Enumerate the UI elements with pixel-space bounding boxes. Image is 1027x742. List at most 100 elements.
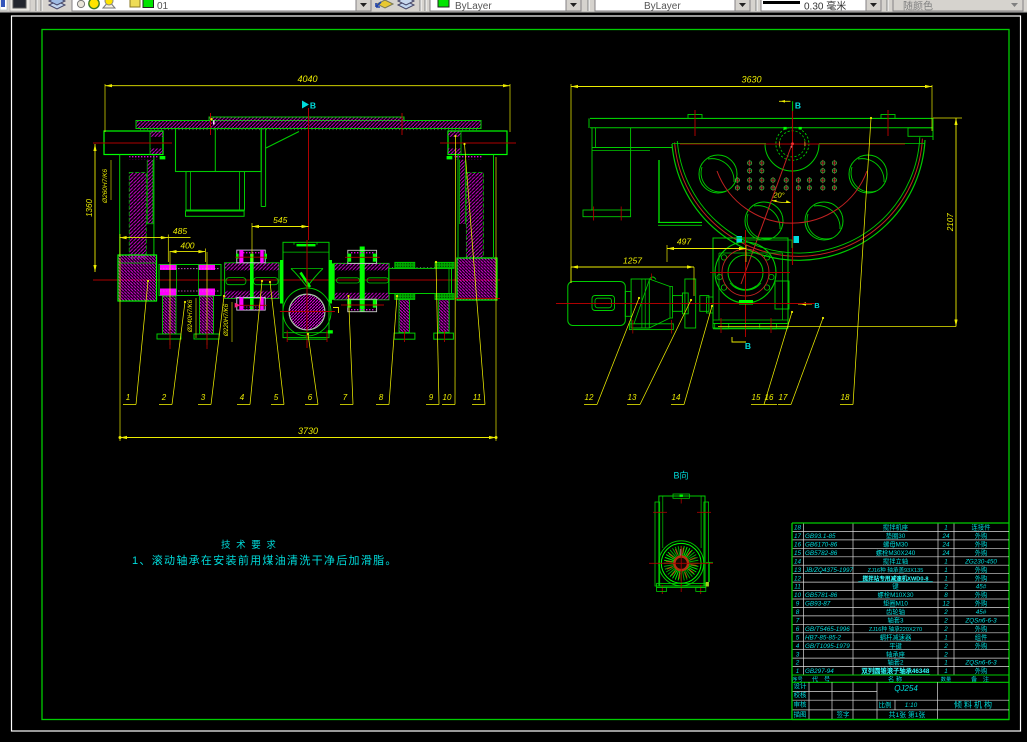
- svg-text:16: 16: [765, 393, 774, 402]
- svg-text:1360: 1360: [85, 199, 94, 217]
- svg-text:技 术 要 求: 技 术 要 求: [221, 539, 277, 551]
- svg-text:垫圈30: 垫圈30: [886, 531, 906, 540]
- svg-text:2: 2: [943, 643, 948, 650]
- svg-text:2: 2: [161, 393, 167, 402]
- svg-text:497: 497: [677, 237, 691, 247]
- svg-text:外购: 外购: [975, 531, 988, 540]
- svg-text:20°: 20°: [772, 191, 784, 200]
- svg-text:545: 545: [273, 215, 287, 225]
- svg-text:GB6170-86: GB6170-86: [805, 541, 838, 548]
- svg-text:2: 2: [943, 651, 948, 658]
- svg-text:GB93-87: GB93-87: [805, 601, 831, 608]
- svg-text:4040: 4040: [297, 74, 317, 84]
- svg-text:11: 11: [473, 393, 481, 402]
- svg-text:16: 16: [794, 541, 802, 548]
- svg-text:描图: 描图: [794, 710, 807, 719]
- svg-text:15: 15: [794, 550, 802, 557]
- svg-text:2: 2: [943, 584, 948, 591]
- svg-text:共1张 第1张: 共1张 第1张: [889, 710, 926, 719]
- svg-text:外购: 外购: [975, 641, 988, 650]
- svg-text:ZJ16种 轴承220X270: ZJ16种 轴承220X270: [869, 625, 922, 633]
- svg-text:1: 1: [796, 668, 800, 675]
- svg-text:8: 8: [379, 393, 384, 402]
- svg-text:轴套3: 轴套3: [887, 615, 904, 624]
- svg-text:连接件: 连接件: [972, 523, 991, 532]
- svg-text:24: 24: [941, 541, 950, 548]
- svg-text:Ø240H7/K6: Ø240H7/K6: [187, 299, 194, 333]
- svg-text:外购: 外购: [975, 624, 988, 633]
- svg-text:2: 2: [943, 609, 948, 616]
- svg-text:2: 2: [943, 626, 948, 633]
- svg-text:ZG230-450: ZG230-450: [964, 558, 997, 565]
- svg-text:8: 8: [944, 592, 948, 599]
- svg-text:ByLayer: ByLayer: [455, 1, 492, 12]
- svg-text:10: 10: [794, 592, 802, 599]
- svg-text:蜗杆减速器: 蜗杆减速器: [880, 632, 912, 641]
- svg-text:双列圆锥滚子轴承46348: 双列圆锥滚子轴承46348: [862, 666, 930, 675]
- svg-text:13: 13: [794, 567, 802, 574]
- svg-text:HB7-85-85-2: HB7-85-85-2: [805, 634, 842, 641]
- svg-text:6: 6: [796, 626, 800, 633]
- svg-text:15: 15: [752, 393, 761, 402]
- svg-text:GB93.1-85: GB93.1-85: [805, 533, 836, 540]
- svg-text:8: 8: [796, 609, 800, 616]
- svg-text:B: B: [310, 101, 316, 111]
- svg-text:10: 10: [443, 393, 452, 402]
- svg-text:GB297-94: GB297-94: [805, 668, 834, 675]
- svg-text:400: 400: [180, 240, 194, 250]
- svg-text:ZJ16种 轴承盖93X135: ZJ16种 轴承盖93X135: [868, 566, 924, 574]
- svg-text:13: 13: [628, 393, 637, 402]
- svg-text:Ø220H7/K6: Ø220H7/K6: [223, 303, 230, 337]
- svg-text:12: 12: [794, 575, 802, 582]
- svg-text:B: B: [814, 301, 820, 310]
- svg-text:485: 485: [173, 226, 187, 236]
- svg-text:QJ254: QJ254: [894, 684, 918, 693]
- svg-text:校核: 校核: [794, 690, 807, 699]
- svg-text:5: 5: [796, 634, 800, 641]
- svg-text:设计: 设计: [794, 681, 807, 690]
- svg-text:0.30 毫米: 0.30 毫米: [804, 0, 846, 13]
- svg-text:1: 1: [944, 567, 948, 574]
- svg-text:24: 24: [941, 550, 950, 557]
- svg-text:11: 11: [794, 584, 801, 591]
- svg-text:45#: 45#: [976, 584, 987, 591]
- svg-text:轴承座: 轴承座: [886, 649, 905, 658]
- svg-text:1: 1: [126, 393, 130, 402]
- svg-text:B: B: [795, 101, 801, 111]
- svg-text:GB/T5465-1996: GB/T5465-1996: [805, 626, 850, 633]
- svg-text:18: 18: [794, 525, 802, 532]
- svg-text:签字: 签字: [837, 710, 850, 719]
- svg-text:1、滚动轴承在安装前用煤油清洗干净后加滑脂。: 1、滚动轴承在安装前用煤油清洗干净后加滑脂。: [132, 553, 398, 567]
- svg-text:14: 14: [672, 393, 681, 402]
- svg-text:7: 7: [343, 393, 348, 402]
- svg-text:4: 4: [796, 643, 800, 650]
- svg-text:外购: 外购: [975, 573, 988, 582]
- svg-text:螺栓M10X30: 螺栓M10X30: [877, 590, 914, 599]
- svg-text:齿轮轴: 齿轮轴: [886, 607, 905, 616]
- svg-text:B向: B向: [673, 470, 688, 481]
- svg-text:Ø260H7/K6: Ø260H7/K6: [102, 169, 109, 204]
- svg-text:3630: 3630: [741, 75, 761, 85]
- svg-text:外购: 外购: [975, 666, 988, 675]
- svg-text:GB/T1095-1979: GB/T1095-1979: [805, 643, 850, 650]
- svg-text:3: 3: [201, 393, 206, 402]
- svg-text:12: 12: [942, 601, 950, 608]
- svg-text:平键: 平键: [889, 641, 902, 650]
- svg-text:2107: 2107: [946, 213, 955, 232]
- svg-text:2: 2: [943, 617, 948, 624]
- svg-text:24: 24: [941, 533, 950, 540]
- svg-text:外购: 外购: [975, 590, 988, 599]
- svg-text:外购: 外购: [975, 548, 988, 557]
- svg-text:垫圈M10: 垫圈M10: [883, 599, 908, 608]
- svg-text:1: 1: [944, 575, 948, 582]
- svg-text:9: 9: [429, 393, 434, 402]
- svg-text:7: 7: [796, 617, 800, 624]
- svg-text:审核: 审核: [794, 700, 807, 709]
- svg-text:1: 1: [944, 660, 948, 667]
- svg-text:外购: 外购: [975, 599, 988, 608]
- svg-text:螺母M30: 螺母M30: [883, 539, 908, 548]
- svg-text:ByLayer: ByLayer: [644, 1, 681, 12]
- svg-text:3730: 3730: [298, 426, 318, 436]
- svg-text:ZQSn6-6-3: ZQSn6-6-3: [964, 660, 997, 667]
- svg-text:3: 3: [796, 651, 800, 658]
